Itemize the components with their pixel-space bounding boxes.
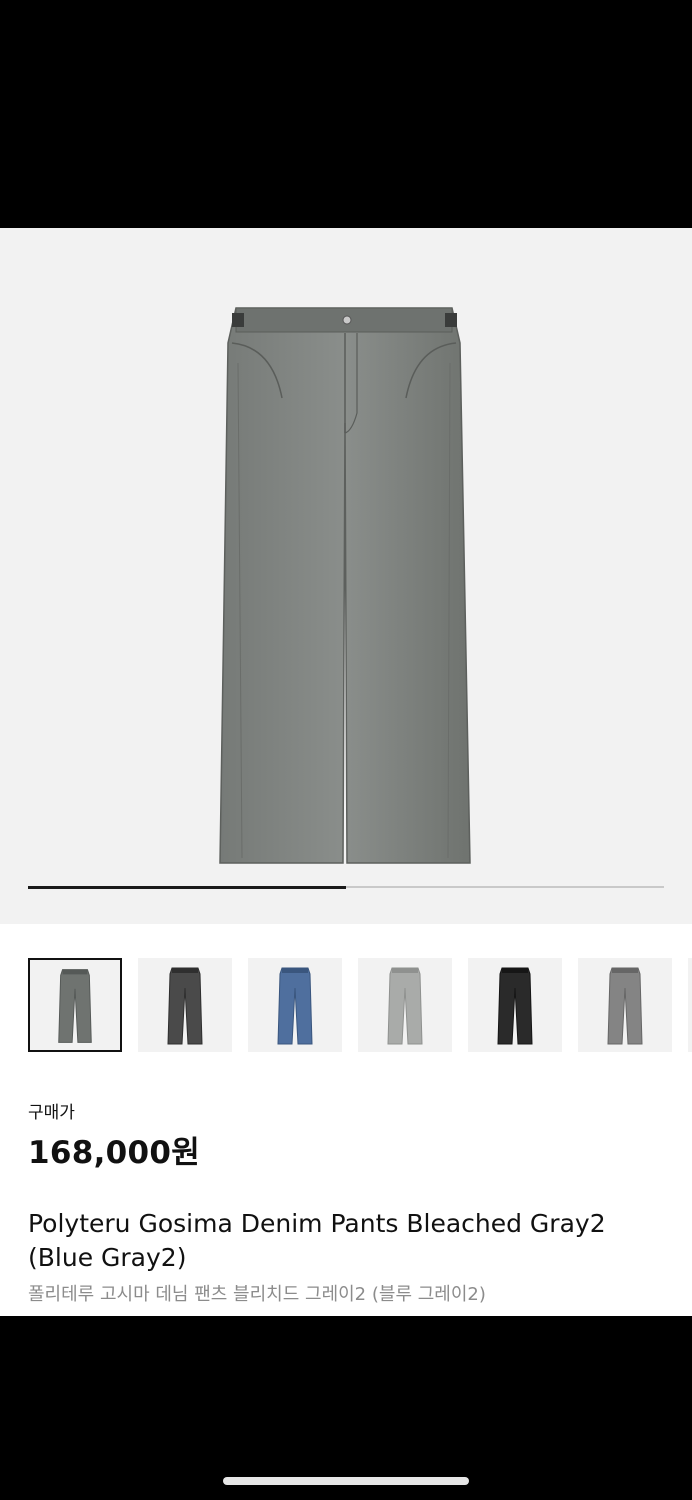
product-name-korean: 폴리테루 고시마 데님 팬츠 블리치드 그레이2 (블루 그레이2) [28,1284,486,1305]
top-black-area [0,0,692,228]
pants-thumbnail-icon [58,969,92,1043]
pants-thumbnail-icon [167,967,203,1045]
gallery-progress-fill [28,885,346,889]
product-details: 구매가 168,000원 Polyteru Gosima Denim Pants… [0,924,692,1316]
pants-thumbnail-icon [607,967,643,1045]
pants-thumbnail-icon [497,967,533,1045]
price-value: 168,000원 [28,1135,201,1171]
gallery-progress-bar [28,885,664,889]
product-name-english: Polyteru Gosima Denim Pants Bleached Gra… [28,1209,606,1272]
product-image-gallery[interactable] [0,228,692,924]
bottom-black-area [0,1316,692,1500]
thumbnail-1[interactable] [28,958,122,1052]
thumbnail-strip[interactable] [28,958,692,1054]
thumbnail-5[interactable] [468,958,562,1052]
thumbnail-2[interactable] [138,958,232,1052]
thumbnail-6[interactable] [578,958,672,1052]
thumbnail-4[interactable] [358,958,452,1052]
thumbnail-3[interactable] [248,958,342,1052]
pants-thumbnail-icon [277,967,313,1045]
home-indicator[interactable] [223,1477,469,1485]
price-label: 구매가 [28,1103,75,1123]
thumbnail-partial[interactable] [688,958,692,1052]
pants-image [219,307,471,864]
pants-thumbnail-icon [387,967,423,1045]
